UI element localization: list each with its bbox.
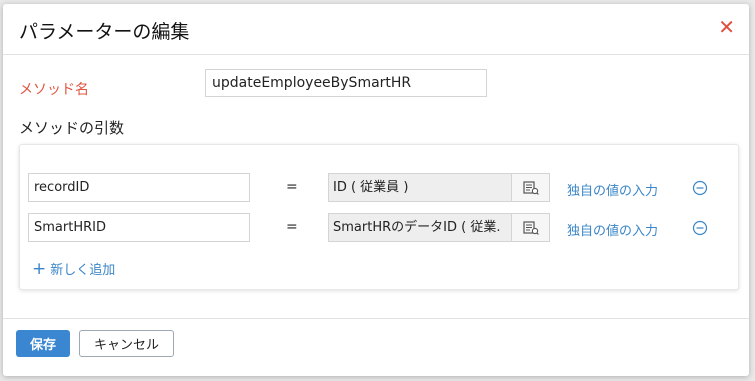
method-name-label: メソッド名: [19, 82, 89, 98]
edit-parameters-dialog: パラメーターの編集 ✕ メソッド名 メソッドの引数 = ID ( 従業員 ) 独…: [3, 4, 749, 376]
add-new-label: 新しく追加: [50, 263, 116, 278]
close-icon[interactable]: ✕: [718, 17, 735, 37]
cancel-button[interactable]: キャンセル: [79, 330, 174, 357]
field-picker-button[interactable]: [511, 173, 550, 202]
field-list-icon: [522, 220, 539, 235]
dialog-header: パラメーターの編集 ✕: [3, 4, 749, 55]
arguments-panel: = ID ( 従業員 ) 独自の値の入力 = SmartHRのデータID ( 従…: [19, 144, 739, 290]
argument-value-field[interactable]: SmartHRのデータID ( 従業.: [328, 213, 512, 242]
equals-sign: =: [286, 179, 298, 195]
argument-name-input[interactable]: [28, 173, 250, 202]
plus-icon: +: [32, 258, 47, 279]
equals-sign: =: [286, 219, 298, 235]
dialog-footer-divider: [3, 318, 749, 319]
remove-argument-icon[interactable]: [692, 180, 708, 200]
save-button[interactable]: 保存: [16, 330, 70, 357]
method-name-input[interactable]: [205, 69, 487, 97]
argument-name-input[interactable]: [28, 213, 250, 242]
remove-argument-icon[interactable]: [692, 220, 708, 240]
custom-value-link[interactable]: 独自の値の入力: [567, 220, 658, 239]
argument-value-field[interactable]: ID ( 従業員 ): [328, 173, 512, 202]
field-picker-button[interactable]: [511, 213, 550, 242]
field-list-icon: [522, 180, 539, 195]
dialog-title: パラメーターの編集: [19, 21, 190, 43]
add-new-argument-link[interactable]: + 新しく追加: [32, 259, 115, 278]
custom-value-link[interactable]: 独自の値の入力: [567, 180, 658, 199]
method-arguments-heading: メソッドの引数: [19, 119, 125, 137]
